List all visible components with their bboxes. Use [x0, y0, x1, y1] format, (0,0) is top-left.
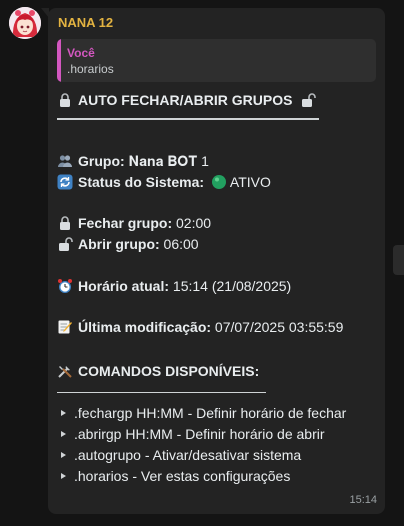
message-timestamp: 15:14: [349, 494, 377, 506]
quote-author: Você: [67, 46, 95, 60]
title-line: AUTO FECHAR/ABRIR GRUPOS: [57, 92, 317, 108]
alarm-clock-icon: [58, 279, 72, 293]
modified-label: Última modificação:: [78, 319, 212, 335]
open-line: Abrir grupo: 06:00: [57, 236, 199, 252]
status-line: Status do Sistema: ATIVO: [57, 174, 271, 190]
bullet-triangle-icon: [61, 431, 66, 437]
message-title: AUTO FECHAR/ABRIR GRUPOS: [78, 92, 293, 108]
message-bubble[interactable]: NANA 12 Você .horarios AUTO FECHAR/ABRIR…: [41, 8, 385, 514]
group-label: Grupo:: [78, 153, 125, 169]
group-line: Grupo: 𝐍𝐚𝐧𝐚 𝐁𝐎𝐓 1: [57, 153, 209, 170]
modified-value: 07/07/2025 03:55:59: [214, 319, 344, 335]
lock-icon: [60, 216, 70, 230]
now-value: 15:14 (21/08/2025): [172, 278, 292, 294]
open-time: 06:00: [163, 236, 199, 252]
modified-line: Última modificação: 07/07/2025 03:55:59: [57, 319, 343, 335]
lock-icon: [60, 93, 70, 107]
bullet-triangle-icon: [61, 410, 66, 416]
quote-accent-bar: [57, 39, 61, 82]
commands-divider: [57, 392, 266, 393]
status-label: Status do Sistema:: [78, 174, 205, 190]
command-item: .horarios - Ver estas configurações: [61, 468, 290, 484]
commands-title-line: COMANDOS DISPONÍVEIS:: [57, 363, 259, 379]
close-line: Fechar grupo: 02:00: [57, 215, 211, 231]
title-divider: [57, 118, 319, 120]
command-item: .autogrupo - Ativar/desativar sistema: [61, 447, 301, 463]
side-scroll-handle[interactable]: [393, 245, 404, 275]
command-item: .fechargp HH:MM - Definir horário de fec…: [61, 405, 346, 421]
avatar[interactable]: [9, 7, 41, 39]
unlock-icon: [59, 237, 73, 251]
users-icon: [58, 155, 72, 167]
command-item: .abrirgp HH:MM - Definir horário de abri…: [61, 426, 325, 442]
quoted-message[interactable]: Você .horarios: [57, 39, 376, 82]
open-label: Abrir grupo:: [78, 236, 160, 252]
quote-text: .horarios: [67, 62, 114, 76]
bullet-triangle-icon: [61, 452, 66, 458]
memo-icon: [58, 320, 72, 334]
close-time: 02:00: [176, 215, 212, 231]
now-label: Horário atual:: [78, 278, 170, 294]
status-value: ATIVO: [229, 174, 271, 190]
refresh-icon: [57, 174, 73, 190]
bullet-triangle-icon: [61, 473, 66, 479]
now-line: Horário atual: 15:14 (21/08/2025): [57, 278, 291, 294]
close-label: Fechar grupo:: [78, 215, 173, 231]
sender-name[interactable]: NANA 12: [58, 15, 113, 30]
commands-title: COMANDOS DISPONÍVEIS:: [78, 363, 260, 379]
tools-icon: [58, 366, 72, 378]
green-circle-icon: [211, 175, 226, 189]
group-name: 𝐍𝐚𝐧𝐚 𝐁𝐎𝐓 1: [128, 153, 209, 169]
unlock-icon: [302, 93, 317, 107]
